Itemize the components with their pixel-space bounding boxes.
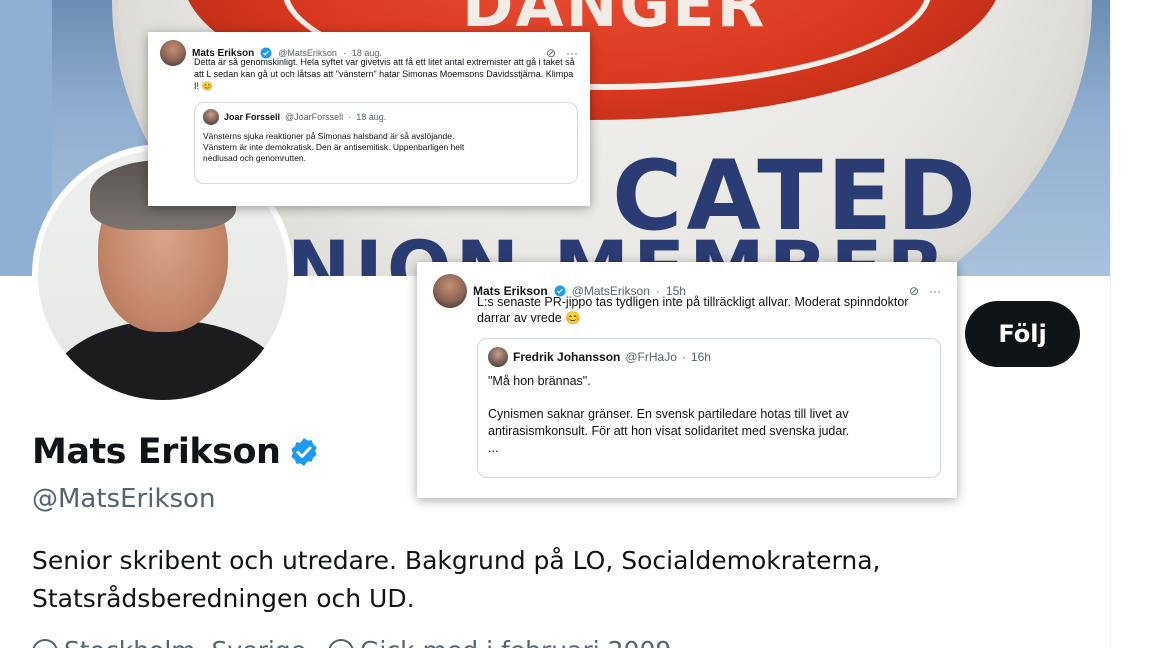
tweet-text: L:s senaste PR-jippo tas tydligen inte p… (477, 295, 909, 325)
quoted-tweet-line: nedlusad och genomrutten. (203, 153, 307, 163)
profile-name: Mats Erikson (32, 432, 281, 472)
calendar-icon (328, 639, 355, 648)
bio-line: Statsrådsberedningen och UD. (32, 584, 415, 613)
tweet-text: Detta är så genomskinligt. Hela syftet v… (194, 57, 575, 91)
tweet-card[interactable]: Mats Erikson @MatsErikson · 15h ⊘ ··· L:… (417, 262, 957, 498)
quoted-tweet-author: Fredrik Johansson (513, 350, 621, 364)
joined-text: Gick med i februari 2009 (360, 636, 671, 648)
quoted-tweet-avatar (488, 347, 508, 367)
quoted-tweet-separator: · (348, 112, 352, 122)
quoted-tweet[interactable]: Joar Forssell @JoarForssell · 18 aug. Vä… (194, 102, 578, 184)
tweet-avatar[interactable] (433, 274, 467, 308)
tweet-avatar[interactable] (160, 40, 186, 66)
quoted-tweet-text: Vänsterns sjuka reaktioner på Simonas ha… (203, 131, 569, 164)
quoted-tweet-handle: @FrHaJo (625, 350, 677, 364)
quoted-tweet-spacer (488, 390, 930, 406)
quoted-tweet-author: Joar Forssell (224, 112, 281, 122)
quoted-tweet-header: Joar Forssell @JoarForssell · 18 aug. (203, 109, 569, 125)
quoted-tweet-header: Fredrik Johansson @FrHaJo · 16h (488, 347, 930, 367)
bio-line: Senior skribent och utredare. Bakgrund p… (32, 546, 881, 575)
avatar-shirt (48, 320, 288, 400)
location-meta: Stockholm, Sverige (32, 636, 306, 648)
quoted-tweet-line: antirasismkonsult. För att hon visat sol… (488, 424, 850, 438)
location-text: Stockholm, Sverige (64, 636, 306, 648)
more-icon[interactable]: ··· (929, 284, 941, 298)
quoted-tweet-line: Cynismen saknar gränser. En svensk parti… (488, 407, 849, 421)
quoted-tweet-date: 18 aug. (356, 112, 387, 122)
verified-badge-icon[interactable] (288, 436, 320, 468)
profile-name-row: Mats Erikson (32, 432, 320, 472)
quoted-tweet-avatar (203, 109, 219, 125)
profile-bio: Senior skribent och utredare. Bakgrund p… (32, 542, 1032, 618)
quoted-tweet-separator: · (681, 350, 686, 364)
tweet-tools: ⊘ ··· (909, 284, 941, 298)
quoted-tweet-line: "Må hon brännas". (488, 374, 591, 388)
right-column-edge (1110, 0, 1151, 648)
quoted-tweet-handle: @JoarForssell (285, 112, 344, 122)
joined-meta: Gick med i februari 2009 (328, 636, 671, 648)
location-icon (32, 639, 58, 648)
quoted-tweet-line: Vänsterns sjuka reaktioner på Simonas ha… (203, 131, 455, 141)
follow-button[interactable]: Följ (965, 301, 1080, 367)
profile-handle: @MatsErikson (32, 484, 216, 514)
quoted-tweet-line: ... (488, 441, 499, 455)
quoted-tweet-line: Vänstern är inte demokratisk. Den är ant… (203, 142, 465, 152)
profile-meta: Stockholm, Sverige Gick med i februari 2… (32, 636, 671, 648)
tweet-card[interactable]: Mats Erikson @MatsErikson · 18 aug. ⊘ ··… (148, 32, 590, 206)
quoted-tweet[interactable]: Fredrik Johansson @FrHaJo · 16h "Må hon … (477, 338, 941, 478)
profile-page: DANGER CATED NION MEMBER Följ Mats Eriks… (0, 0, 1151, 648)
quoted-tweet-text: "Må hon brännas". Cynismen saknar gränse… (488, 373, 930, 457)
grok-icon[interactable]: ⊘ (909, 284, 919, 298)
quoted-tweet-date: 16h (690, 350, 711, 364)
